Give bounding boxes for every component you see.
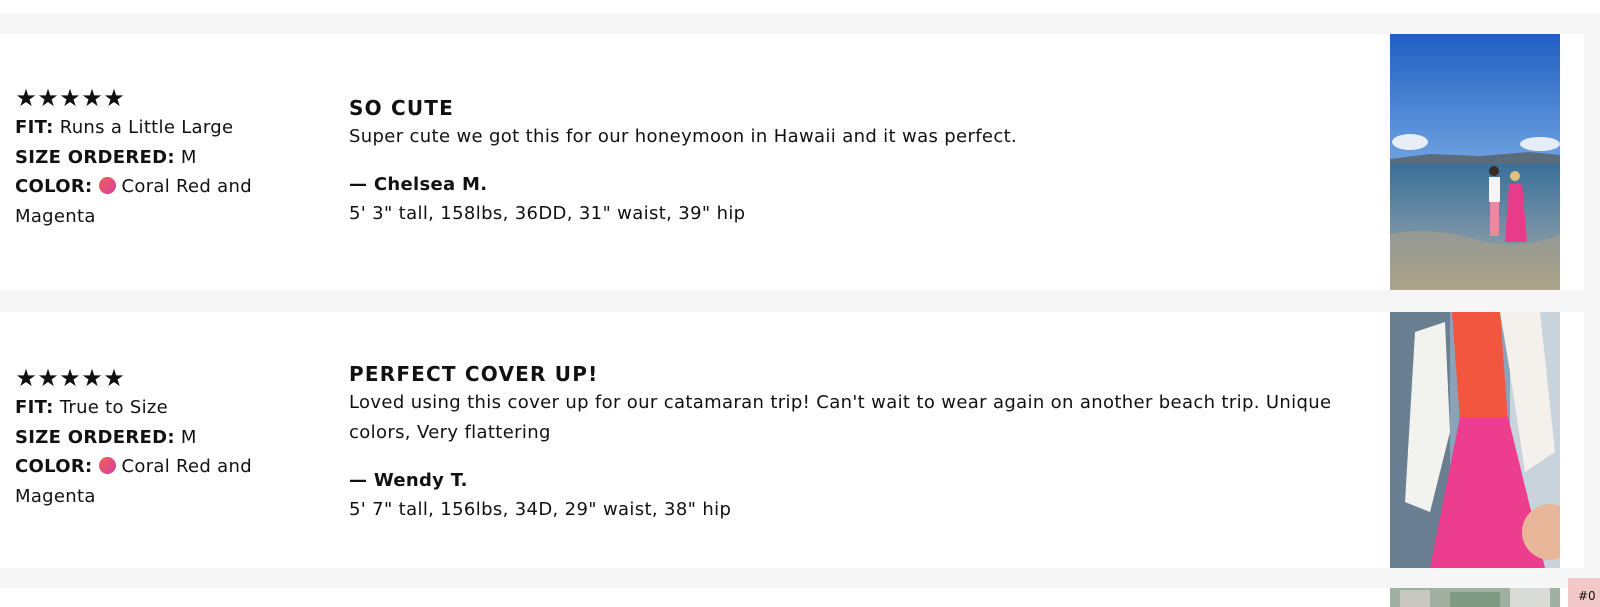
size-row: SIZE ORDERED: M xyxy=(15,423,305,453)
reviewer-measurements: 5' 3" tall, 158lbs, 36DD, 31" waist, 39"… xyxy=(349,203,746,224)
fit-row: FIT: True to Size xyxy=(15,393,305,423)
review-author: — Wendy T. xyxy=(349,470,468,491)
star-icon: ★ xyxy=(103,364,125,392)
fit-value: Runs a Little Large xyxy=(59,117,234,138)
size-row: SIZE ORDERED: M xyxy=(15,143,305,173)
review-card xyxy=(0,588,1584,607)
star-icon: ★ xyxy=(103,84,125,112)
floating-tab-label: #0 xyxy=(1578,589,1596,603)
size-value: M xyxy=(180,426,197,448)
floating-tab[interactable]: #0 xyxy=(1568,578,1600,607)
color-row: COLOR: Coral Red and Magenta xyxy=(15,172,305,231)
color-label: COLOR: xyxy=(15,176,93,197)
review-card: ★★★★★ FIT: Runs a Little Large SIZE ORDE… xyxy=(0,34,1584,290)
star-icon: ★ xyxy=(37,364,59,392)
fit-row: FIT: Runs a Little Large xyxy=(15,113,305,143)
top-strip xyxy=(0,0,1600,13)
star-icon: ★ xyxy=(37,84,59,112)
star-rating: ★★★★★ xyxy=(15,85,305,111)
size-value: M xyxy=(180,146,197,168)
color-row: COLOR: Coral Red and Magenta xyxy=(15,452,305,511)
color-swatch-icon xyxy=(98,177,116,194)
size-label: SIZE ORDERED: xyxy=(15,146,175,168)
color-swatch-icon xyxy=(98,457,116,474)
fit-label: FIT: xyxy=(15,397,54,418)
star-icon: ★ xyxy=(15,84,37,112)
star-rating: ★★★★★ xyxy=(15,365,305,391)
review-text: Loved using this cover up for our catama… xyxy=(349,392,1332,443)
fit-value: True to Size xyxy=(59,397,169,418)
review-title: PERFECT COVER UP! xyxy=(349,362,599,386)
review-photo[interactable] xyxy=(1390,588,1560,607)
star-icon: ★ xyxy=(15,364,37,392)
review-meta: ★★★★★ FIT: True to Size SIZE ORDERED: M … xyxy=(15,365,305,511)
review-card: ★★★★★ FIT: True to Size SIZE ORDERED: M … xyxy=(0,312,1584,568)
review-photo[interactable] xyxy=(1390,312,1560,568)
review-meta: ★★★★★ FIT: Runs a Little Large SIZE ORDE… xyxy=(15,85,305,231)
reviewer-measurements: 5' 7" tall, 156lbs, 34D, 29" waist, 38" … xyxy=(349,499,732,520)
fit-label: FIT: xyxy=(15,117,54,138)
review-body: PERFECT COVER UP! Loved using this cover… xyxy=(349,360,1339,525)
star-icon: ★ xyxy=(81,364,103,392)
color-label: COLOR: xyxy=(15,456,93,477)
review-author: — Chelsea M. xyxy=(349,174,488,195)
review-body: SO CUTE Super cute we got this for our h… xyxy=(349,94,1339,229)
star-icon: ★ xyxy=(59,84,81,112)
star-icon: ★ xyxy=(59,364,81,392)
review-text: Super cute we got this for our honeymoon… xyxy=(349,126,1018,147)
size-label: SIZE ORDERED: xyxy=(15,426,175,448)
star-icon: ★ xyxy=(81,84,103,112)
review-title: SO CUTE xyxy=(349,96,454,120)
review-photo[interactable] xyxy=(1390,34,1560,290)
